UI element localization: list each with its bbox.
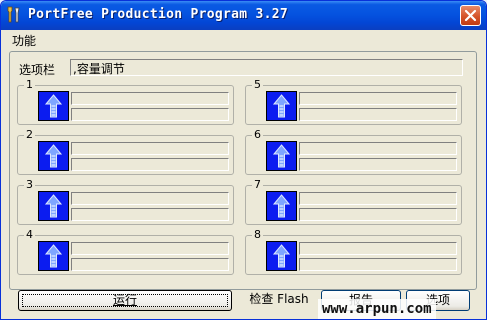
port-number: 4 — [24, 228, 35, 241]
port-group-2: 2 — [17, 128, 234, 175]
status-bar — [299, 158, 457, 171]
close-button[interactable] — [460, 5, 481, 26]
usb-upload-arrow-icon — [266, 191, 297, 221]
run-button-label: 运行 — [112, 293, 137, 307]
port-number: 2 — [24, 128, 35, 141]
status-bar — [299, 258, 457, 271]
progress-bar — [71, 242, 229, 255]
menu-bar: 功能 — [1, 30, 486, 48]
port-number: 6 — [252, 128, 263, 141]
status-bar — [71, 208, 229, 221]
options-label: 选项栏 — [19, 63, 56, 77]
port-number: 3 — [24, 178, 35, 191]
usb-upload-arrow-icon — [38, 91, 69, 121]
options-field: ,容量调节 — [70, 59, 463, 76]
watermark: www.arpun.com — [318, 299, 436, 319]
usb-upload-arrow-icon — [38, 241, 69, 271]
status-bar — [299, 108, 457, 121]
usb-upload-arrow-icon — [266, 141, 297, 171]
usb-upload-arrow-icon — [266, 91, 297, 121]
progress-bar — [71, 92, 229, 105]
status-bar — [71, 258, 229, 271]
port-group-3: 3 — [17, 178, 234, 225]
port-group-5: 5 — [245, 78, 462, 125]
close-icon — [464, 9, 477, 22]
status-bar — [299, 208, 457, 221]
usb-upload-arrow-icon — [38, 141, 69, 171]
port-group-6: 6 — [245, 128, 462, 175]
progress-bar — [299, 192, 457, 205]
progress-bar — [71, 142, 229, 155]
port-number: 7 — [252, 178, 263, 191]
check-flash-label: 检查 Flash — [249, 292, 309, 306]
status-bar — [71, 158, 229, 171]
port-number: 1 — [24, 78, 35, 91]
port-group-7: 7 — [245, 178, 462, 225]
usb-upload-arrow-icon — [38, 191, 69, 221]
window-title: PortFree Production Program 3.27 — [28, 7, 289, 22]
menu-function[interactable]: 功能 — [12, 32, 36, 49]
status-bar — [71, 108, 229, 121]
port-group-1: 1 — [17, 78, 234, 125]
progress-bar — [299, 242, 457, 255]
progress-bar — [71, 192, 229, 205]
check-flash-button[interactable]: 检查 Flash — [243, 290, 315, 311]
title-bar[interactable]: PortFree Production Program 3.27 — [1, 1, 486, 30]
tools-icon — [5, 6, 23, 24]
options-value: ,容量调节 — [73, 62, 125, 76]
run-button[interactable]: 运行 — [18, 290, 232, 311]
app-window: PortFree Production Program 3.27 功能 选项栏 … — [0, 0, 487, 320]
usb-upload-arrow-icon — [266, 241, 297, 271]
progress-bar — [299, 142, 457, 155]
port-number: 5 — [252, 78, 263, 91]
port-number: 8 — [252, 228, 263, 241]
progress-bar — [299, 92, 457, 105]
port-group-8: 8 — [245, 228, 462, 275]
port-group-4: 4 — [17, 228, 234, 275]
